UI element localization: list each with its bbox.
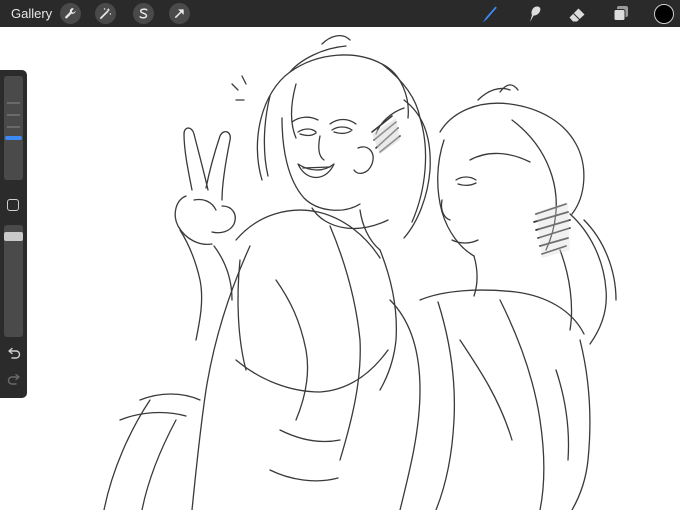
slider-tick: [7, 102, 20, 104]
left-sidebar: [0, 70, 27, 398]
brush-icon: [482, 6, 497, 22]
top-toolbar: Gallery: [0, 0, 680, 27]
modify-button[interactable]: [7, 199, 19, 211]
transform-button[interactable]: [169, 3, 190, 24]
selection-icon: [139, 8, 148, 19]
gallery-button[interactable]: Gallery: [11, 6, 52, 21]
opacity-slider[interactable]: [4, 225, 23, 337]
sketch-artwork: [103, 34, 617, 511]
undo-icon[interactable]: [6, 346, 22, 360]
slider-tick: [7, 114, 20, 116]
layers-button[interactable]: [610, 3, 632, 25]
redo-icon[interactable]: [6, 372, 22, 386]
opacity-handle[interactable]: [4, 232, 23, 241]
brush-size-handle[interactable]: [5, 136, 22, 140]
layers-icon: [613, 6, 628, 21]
color-picker-swatch[interactable]: [654, 4, 674, 24]
eraser-tool-button[interactable]: [566, 3, 588, 25]
drawing-canvas[interactable]: [0, 27, 680, 511]
smudge-tool-button[interactable]: [523, 3, 545, 25]
actions-wrench-button[interactable]: [60, 3, 81, 24]
smudge-icon: [530, 6, 541, 22]
selection-button[interactable]: [133, 3, 154, 24]
adjustments-button[interactable]: [95, 3, 116, 24]
brush-size-slider[interactable]: [4, 76, 23, 180]
wrench-icon: [65, 8, 76, 19]
transform-arrow-icon: [174, 9, 184, 19]
magic-wand-icon: [100, 7, 112, 19]
brush-tool-button[interactable]: [478, 3, 500, 25]
eraser-icon: [569, 8, 585, 22]
slider-tick: [7, 126, 20, 128]
